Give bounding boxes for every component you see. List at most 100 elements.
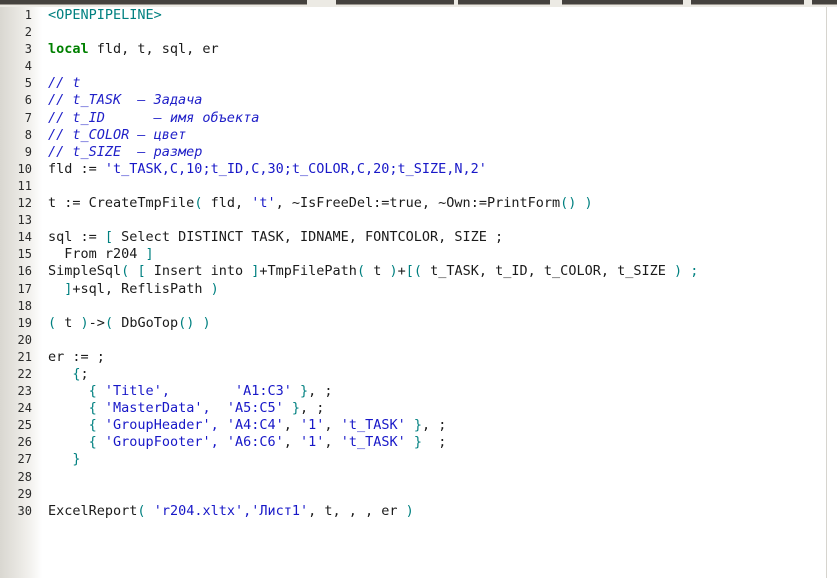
code-line-list[interactable]: <OPENPIPELINE> local fld, t, sql, er // … — [42, 7, 698, 520]
code-line[interactable]: ( t )->( DbGoTop() ) — [48, 315, 698, 332]
code-line[interactable]: // t — [48, 75, 698, 92]
code-token-bracket: [ — [104, 229, 114, 246]
top-strip-segment-4[interactable] — [562, 0, 683, 5]
code-line[interactable]: // t_SIZE – размер — [48, 144, 698, 161]
top-strip-segment-1[interactable] — [0, 0, 307, 5]
code-token-comment: // t_ID – имя объекта — [48, 109, 260, 126]
code-line[interactable]: {; — [48, 366, 698, 383]
code-token-string: 'Title', — [104, 383, 170, 400]
code-line[interactable]: { 'Title', 'A1:C3' }, ; — [48, 383, 698, 400]
code-line[interactable]: er := ; — [48, 349, 698, 366]
code-token-tag: <OPENPIPELINE> — [48, 7, 162, 23]
code-line[interactable] — [48, 469, 698, 486]
code-line[interactable] — [48, 24, 698, 41]
code-token-plain: ExcelReport — [48, 502, 138, 519]
line-number: 28 — [17, 469, 32, 484]
code-token-string: 'A5:C5' — [226, 400, 284, 417]
code-token-bracket: ) — [673, 263, 683, 280]
code-token-bracket: ; — [690, 263, 699, 280]
code-token-string: 't_TASK' — [340, 417, 406, 434]
code-token-plain: fld, — [202, 195, 252, 212]
code-line[interactable]: { 'GroupFooter', 'A6:C6', '1', 't_TASK' … — [48, 434, 698, 451]
top-strip-segment-6[interactable] — [812, 0, 837, 5]
code-line[interactable]: sql := [ Select DISTINCT TASK, IDNAME, F… — [48, 229, 698, 246]
line-number: 1 — [24, 8, 32, 22]
code-token-bracket: } — [291, 400, 301, 417]
line-number: 19 — [17, 315, 32, 330]
code-token-plain: + — [397, 263, 406, 280]
code-token-bracket: [( — [405, 263, 423, 280]
code-line[interactable]: t := CreateTmpFile( fld, 't', ~IsFreeDel… — [48, 195, 698, 212]
code-token-string: 'A6:C6' — [226, 434, 284, 451]
code-line[interactable] — [48, 486, 698, 503]
line-number: 6 — [24, 93, 32, 108]
code-token-bracket: } — [413, 417, 422, 434]
line-number: 3 — [24, 42, 32, 57]
code-editor-window: 1 2 3 4 5 6 7 8 9 10 11 12 13 14 15 16 17 18 19 20 21 22 23 24 2… — [0, 0, 837, 578]
line-number: 10 — [17, 161, 32, 176]
code-token-string: 't' — [251, 195, 276, 212]
code-token-bracket: } — [72, 451, 81, 468]
code-token-bracket: ) — [405, 502, 414, 519]
code-line[interactable]: ExcelReport( 'r204.xltx','Лист1', t, , ,… — [48, 503, 698, 520]
code-line[interactable]: SimpleSql( [ Insert into ]+TmpFilePath( … — [48, 263, 698, 280]
code-token-bracket: ( — [48, 314, 57, 331]
code-line[interactable]: // t_TASK – Задача — [48, 92, 698, 109]
code-token-plain: t := CreateTmpFile — [48, 195, 195, 212]
code-token-keyword: local — [48, 41, 89, 58]
code-token-bracket: [ — [137, 263, 146, 280]
line-number: 21 — [17, 349, 32, 364]
code-line[interactable]: } — [48, 451, 698, 468]
line-number: 29 — [17, 486, 32, 501]
code-line[interactable] — [48, 58, 698, 75]
code-token-string: 'A1:C3' — [234, 383, 292, 400]
code-token-comment: // t_TASK – Задача — [48, 92, 203, 109]
code-token-bracket: { — [88, 400, 97, 417]
code-token-plain: -> — [88, 314, 105, 331]
code-line[interactable]: ]+sql, ReflisPath ) — [48, 281, 698, 298]
code-token-bracket: ) — [202, 314, 211, 331]
code-line[interactable] — [48, 212, 698, 229]
code-line[interactable]: local fld, t, sql, er — [48, 41, 698, 58]
code-line[interactable]: // t_ID – имя объекта — [48, 110, 698, 127]
code-line[interactable]: fld := 't_TASK,C,10;t_ID,C,30;t_COLOR,C,… — [48, 161, 698, 178]
code-token-bracket: ) — [80, 314, 89, 331]
line-number: 15 — [17, 247, 32, 262]
code-line[interactable]: { 'MasterData', 'A5:C5' }, ; — [48, 400, 698, 417]
line-number-gutter: 1 2 3 4 5 6 7 8 9 10 11 12 13 14 15 16 17 18 19 20 21 22 23 24 2… — [0, 7, 42, 578]
code-line[interactable]: <OPENPIPELINE> — [48, 7, 698, 24]
code-line[interactable]: { 'GroupHeader', 'A4:C4', '1', 't_TASK' … — [48, 417, 698, 434]
code-line[interactable] — [48, 332, 698, 349]
line-number: 11 — [17, 178, 32, 193]
code-line[interactable]: // t_COLOR – цвет — [48, 127, 698, 144]
code-token-string: 't_TASK,C,10;t_ID,C,30;t_COLOR,C,20;t_SI… — [104, 160, 487, 177]
code-token-plain: +TmpFilePath — [259, 263, 357, 280]
top-strip-segment-5[interactable] — [691, 0, 804, 5]
code-token-plain: , — [324, 434, 341, 451]
code-text-area[interactable]: <OPENPIPELINE> local fld, t, sql, er // … — [42, 7, 837, 578]
code-token-plain: +sql, ReflisPath — [72, 280, 211, 297]
code-token-plain: ; — [422, 434, 447, 451]
code-token-bracket: ) — [210, 280, 219, 297]
window-top-splitter-strip — [0, 0, 837, 7]
code-token-plain: t — [365, 263, 390, 280]
code-line[interactable] — [48, 298, 698, 315]
code-line[interactable]: From r204 ] — [48, 246, 698, 263]
top-strip-segment-3[interactable] — [458, 0, 550, 5]
code-token-bracket: () — [178, 314, 195, 331]
top-strip-segment-2[interactable] — [336, 0, 454, 5]
code-token-plain: , ~IsFreeDel:=true, ~Own:=PrintForm — [275, 195, 561, 212]
code-line[interactable] — [48, 178, 698, 195]
code-token-plain: , — [283, 434, 301, 451]
